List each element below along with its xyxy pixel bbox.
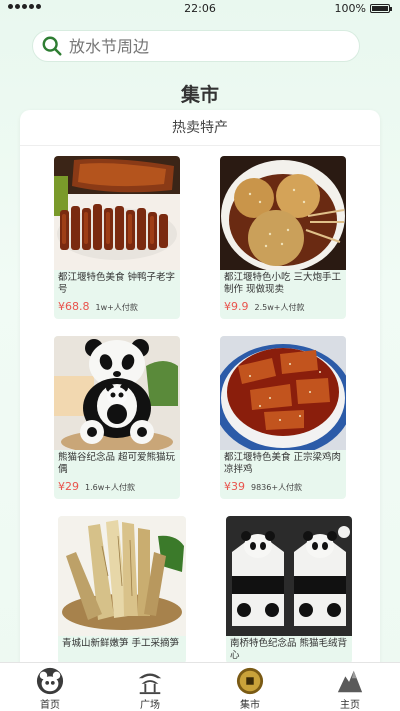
product-card-panda-vest[interactable]: 南桥特色纪念品 熊猫毛绒背心 xyxy=(226,516,352,664)
tab-profile[interactable]: 主页 xyxy=(300,663,400,711)
cold-chicken-image xyxy=(220,336,346,450)
tab-label: 首页 xyxy=(40,700,60,711)
product-name: 熊猫谷纪念品 超可爱熊猫玩偶 xyxy=(58,452,176,475)
search-icon[interactable] xyxy=(41,35,63,57)
tab-square[interactable]: 广场 xyxy=(100,663,200,711)
product-name: 南桥特色纪念品 熊猫毛绒背心 xyxy=(230,638,348,661)
product-card-sandapao[interactable]: 都江堰特色小吃 三大炮手工制作 现做现卖 ¥9.9 2.5w+人付款 xyxy=(220,156,346,319)
panda-home-icon xyxy=(36,667,64,695)
hot-products-panel: 热卖特产 都江堰特色美食 钟鸭子老字号 ¥68.8 1w+人付款 都江堰特色小吃… xyxy=(20,110,380,670)
status-bar: 22:06 100% xyxy=(0,0,400,18)
tab-label: 主页 xyxy=(340,700,360,711)
product-name: 青城山新鲜嫩笋 手工采摘笋 xyxy=(62,638,180,649)
product-sold-count: 1w+人付款 xyxy=(95,303,138,312)
bottom-tab-bar: 首页 广场 集市 主页 xyxy=(0,662,400,711)
pavilion-icon xyxy=(138,673,162,695)
mountain-icon xyxy=(337,670,363,693)
tab-home[interactable]: 首页 xyxy=(0,663,100,711)
battery-percent: 100% xyxy=(334,2,366,15)
search-bar[interactable] xyxy=(32,30,360,62)
search-input[interactable] xyxy=(69,36,329,56)
product-price: ¥68.8 xyxy=(58,300,90,313)
product-card-cold-chicken[interactable]: 都江堰特色美食 正宗梁鸡肉凉拌鸡 ¥39 9836+人付款 xyxy=(220,336,346,499)
bamboo-shoot-image xyxy=(58,516,186,636)
panda-plush-image xyxy=(54,336,180,450)
product-sold-count: 1.6w+人付款 xyxy=(85,483,135,492)
tab-market[interactable]: 集市 xyxy=(200,663,300,711)
page-title: 集市 xyxy=(180,84,219,106)
tab-label: 集市 xyxy=(240,700,260,711)
product-name: 都江堰特色小吃 三大炮手工制作 现做现卖 xyxy=(224,272,342,295)
product-card-bamboo-shoot[interactable]: 青城山新鲜嫩笋 手工采摘笋 xyxy=(58,516,186,664)
product-name: 都江堰特色美食 正宗梁鸡肉凉拌鸡 xyxy=(224,452,342,475)
panda-vest-image xyxy=(226,516,352,636)
product-name: 都江堰特色美食 钟鸭子老字号 xyxy=(58,272,176,295)
tab-label: 广场 xyxy=(140,700,160,711)
section-title: 热卖特产 xyxy=(20,110,380,146)
product-sold-count: 9836+人付款 xyxy=(251,483,303,492)
roast-duck-image xyxy=(54,156,180,270)
product-sold-count: 2.5w+人付款 xyxy=(254,303,305,312)
battery-icon xyxy=(370,4,392,13)
product-card-roast-duck[interactable]: 都江堰特色美食 钟鸭子老字号 ¥68.8 1w+人付款 xyxy=(54,156,180,319)
product-price: ¥9.9 xyxy=(224,300,249,313)
sandapao-image xyxy=(220,156,346,270)
product-price: ¥29 xyxy=(58,480,79,493)
product-price: ¥39 xyxy=(224,480,245,493)
product-card-panda-plush[interactable]: 熊猫谷纪念品 超可爱熊猫玩偶 ¥29 1.6w+人付款 xyxy=(54,336,180,499)
coin-icon xyxy=(236,667,264,695)
